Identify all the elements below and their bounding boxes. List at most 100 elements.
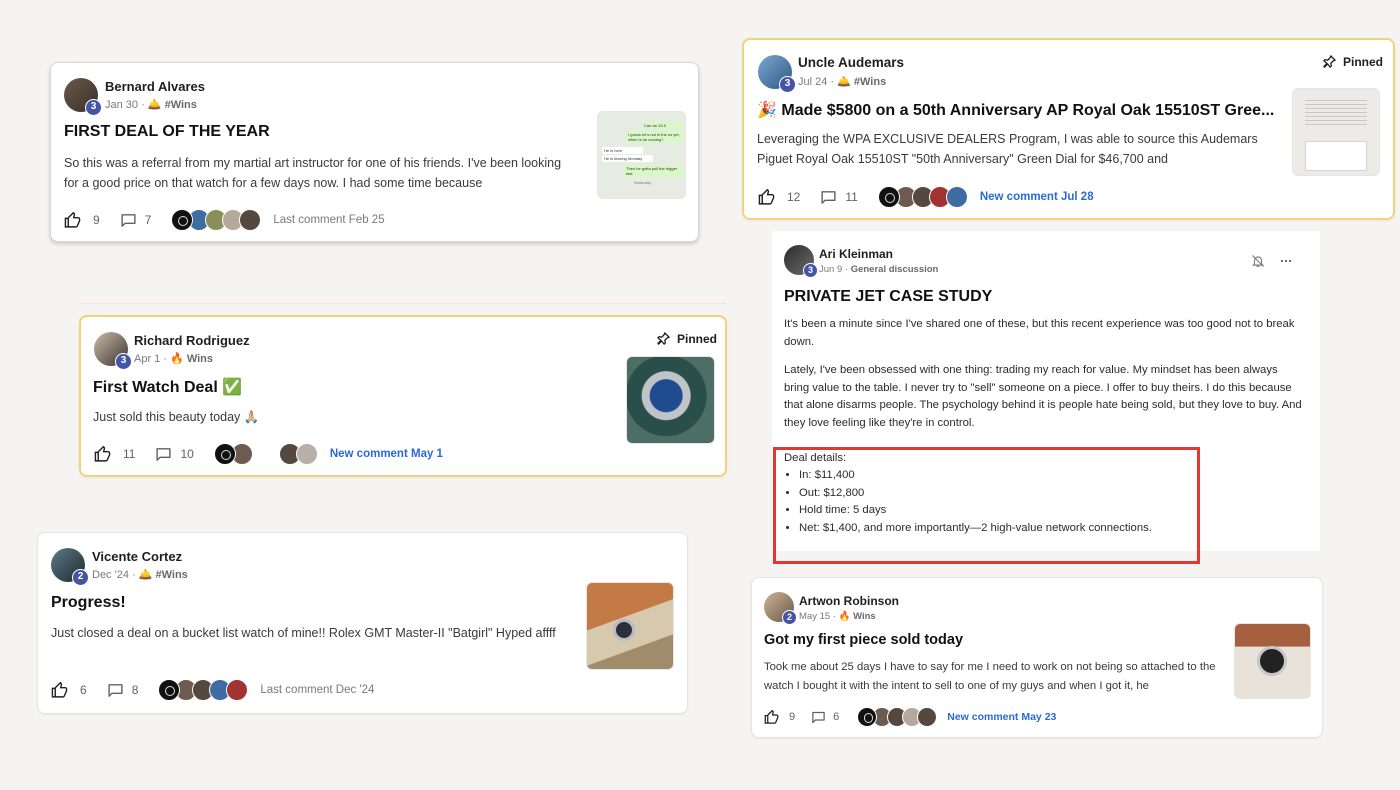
pin-icon: [1322, 54, 1337, 69]
more-icon[interactable]: [1279, 254, 1293, 268]
post-excerpt: So this was a referral from my martial a…: [64, 156, 562, 190]
comment-count: 6: [833, 711, 840, 723]
bell-icon[interactable]: [1251, 254, 1265, 268]
post-meta: Jan 30 · 🛎️ #Wins: [105, 99, 197, 111]
post-date: May 15: [799, 611, 831, 622]
commenter-avatars[interactable]: [158, 679, 249, 701]
category-label[interactable]: #Wins: [156, 569, 188, 581]
post-title[interactable]: Got my first piece sold today: [764, 632, 1204, 648]
post-date: Dec '24: [92, 569, 129, 581]
category-label[interactable]: 🔥 Wins: [170, 353, 213, 365]
pinned-label: Pinned: [677, 331, 718, 346]
category-label[interactable]: 🔥 Wins: [839, 611, 876, 622]
thumbs-up-icon[interactable]: [94, 445, 111, 463]
post-footer: 9 6 New comment May 23: [764, 707, 1056, 727]
author-name[interactable]: Bernard Alvares: [105, 79, 205, 94]
author-name[interactable]: Richard Rodriguez: [134, 333, 250, 348]
post-meta: Jun 9 · General discussion: [819, 264, 939, 275]
post-footer: 6 8 Last comment Dec '24: [51, 679, 374, 701]
post-footer: 12 11 New comment Jul 28: [758, 186, 1094, 208]
category-label[interactable]: General discussion: [851, 264, 939, 275]
bell-emoji-icon: 🛎️: [837, 76, 851, 88]
post-title[interactable]: 🎉 Made $5800 on a 50th Anniversary AP Ro…: [757, 100, 1285, 120]
avatar[interactable]: [877, 186, 900, 208]
avatar[interactable]: [239, 209, 262, 231]
post-date: Jul 24: [798, 76, 828, 88]
bell-emoji-icon: 🛎️: [147, 99, 162, 111]
post-thumbnail[interactable]: [1292, 88, 1380, 176]
chat-date: Yesterday: [633, 180, 652, 185]
post-meta: May 15 · 🔥 Wins: [799, 611, 876, 622]
level-badge: 2: [72, 569, 89, 586]
avatar[interactable]: [158, 679, 181, 701]
post-card-bernard[interactable]: 3 Bernard Alvares Jan 30 · 🛎️ #Wins FIRS…: [50, 62, 699, 242]
post-thumbnail[interactable]: Can do 13.5 I guess he's not in the us y…: [597, 111, 686, 199]
last-activity[interactable]: New comment Jul 28: [980, 191, 1094, 203]
pinned-indicator: Pinned: [656, 331, 717, 346]
post-thumbnail[interactable]: [1234, 623, 1311, 699]
thumbs-up-icon[interactable]: [758, 188, 775, 206]
comment-icon[interactable]: [107, 682, 124, 699]
post-title[interactable]: FIRST DEAL OF THE YEAR: [64, 123, 584, 141]
post-card-richard[interactable]: 3 Richard Rodriguez Apr 1 · 🔥 Wins Pinne…: [79, 315, 727, 477]
avatar[interactable]: [226, 679, 249, 701]
pin-icon: [656, 331, 671, 346]
last-activity[interactable]: New comment May 1: [330, 448, 443, 460]
category-label[interactable]: #Wins: [854, 76, 886, 88]
post-paragraph-1: It's been a minute since I've shared one…: [784, 318, 1295, 348]
post-footer: 9 7 Last comment Feb 25: [64, 209, 385, 231]
like-count: 11: [123, 447, 136, 461]
comment-icon[interactable]: [811, 710, 826, 725]
commenter-avatars[interactable]: [171, 209, 262, 231]
post-title[interactable]: PRIVATE JET CASE STUDY: [784, 288, 1284, 306]
post-thumbnail[interactable]: [626, 356, 715, 444]
post-paragraph-2: Lately, I've been obsessed with one thin…: [784, 364, 1302, 429]
comment-count: 11: [845, 190, 858, 204]
post-date: Jan 30: [105, 99, 139, 111]
last-activity[interactable]: New comment May 23: [947, 711, 1056, 723]
post-footer: 11 10 New comment May 1: [94, 443, 443, 465]
post-card-uncle-audemars[interactable]: 3 Uncle Audemars Jul 24 · 🛎️ #Wins Pinne…: [742, 38, 1395, 220]
last-activity: Last comment Dec '24: [260, 684, 375, 696]
commenter-avatars[interactable]: [213, 443, 318, 465]
post-excerpt: Just sold this beauty today 🙏🏼: [93, 410, 260, 424]
thumbs-up-icon[interactable]: [64, 211, 81, 229]
avatar[interactable]: [213, 443, 236, 465]
post-title[interactable]: Progress!: [51, 594, 471, 612]
comment-count: 10: [180, 447, 194, 461]
divider: [80, 303, 727, 304]
author-name[interactable]: Vicente Cortez: [92, 549, 182, 564]
post-title[interactable]: First Watch Deal ✅: [93, 377, 513, 397]
comment-icon[interactable]: [120, 212, 137, 229]
avatar[interactable]: [295, 443, 318, 465]
last-activity: Last comment Feb 25: [273, 214, 385, 226]
avatar[interactable]: [171, 209, 194, 231]
author-name[interactable]: Artwon Robinson: [799, 594, 899, 608]
thumbs-up-icon[interactable]: [764, 709, 779, 725]
chat-bubble: He is here: [602, 147, 643, 154]
like-count: 6: [80, 683, 87, 697]
commenter-avatars[interactable]: [877, 186, 968, 208]
like-count: 12: [787, 190, 801, 204]
avatar-placeholder: [257, 443, 279, 465]
post-excerpt: Just closed a deal on a bucket list watc…: [51, 626, 556, 640]
level-badge: 3: [803, 263, 818, 278]
thumbs-up-icon[interactable]: [51, 681, 68, 699]
chat-bubble: He is leaving Monday: [602, 155, 653, 162]
comment-icon[interactable]: [820, 189, 837, 206]
author-name[interactable]: Ari Kleinman: [819, 247, 893, 261]
avatar[interactable]: [917, 707, 938, 727]
level-badge: 3: [85, 99, 102, 116]
post-card-artwon[interactable]: 2 Artwon Robinson May 15 · 🔥 Wins Got my…: [751, 577, 1323, 738]
author-name[interactable]: Uncle Audemars: [798, 55, 904, 70]
post-card-vicente[interactable]: 2 Vicente Cortez Dec '24 · 🛎️ #Wins Prog…: [37, 532, 688, 714]
avatar[interactable]: [945, 186, 968, 208]
post-thumbnail[interactable]: [586, 582, 674, 670]
commenter-avatars[interactable]: [857, 707, 938, 727]
comment-icon[interactable]: [155, 446, 172, 463]
category-label[interactable]: #Wins: [165, 99, 197, 111]
bell-emoji-icon: 🛎️: [138, 569, 153, 581]
post-meta: Apr 1 · 🔥 Wins: [134, 353, 214, 365]
pinned-indicator: Pinned: [1322, 54, 1383, 69]
post-date: Apr 1: [134, 353, 161, 365]
